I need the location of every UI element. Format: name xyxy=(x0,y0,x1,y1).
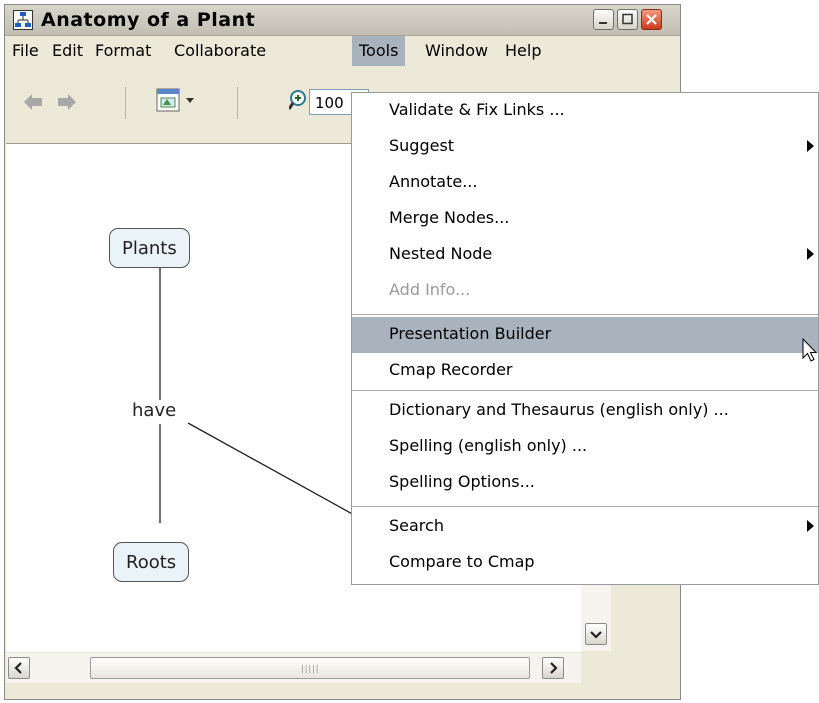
back-arrow-icon[interactable] xyxy=(23,93,43,111)
menu-item-label: Nested Node xyxy=(389,244,493,263)
submenu-arrow-icon xyxy=(807,248,814,260)
maximize-icon xyxy=(622,13,633,25)
menu-file[interactable]: File xyxy=(5,36,46,66)
chevron-right-icon xyxy=(550,662,558,674)
concept-node-plants[interactable]: Plants xyxy=(109,228,190,268)
menu-item-cmap-recorder[interactable]: Cmap Recorder xyxy=(352,353,818,389)
menu-item-validate-fix-links[interactable]: Validate & Fix Links ... xyxy=(352,93,818,129)
scroll-down-button[interactable] xyxy=(585,623,607,645)
close-button[interactable] xyxy=(641,9,662,30)
scroll-thumb[interactable]: ||||| xyxy=(90,657,530,679)
menu-separator xyxy=(352,314,818,315)
menu-help[interactable]: Help xyxy=(498,36,548,66)
menu-separator xyxy=(352,506,818,507)
menu-collaborate[interactable]: Collaborate xyxy=(167,36,273,66)
linking-phrase[interactable]: have xyxy=(132,400,177,421)
menu-tools[interactable]: Tools xyxy=(352,36,406,66)
submenu-arrow-icon xyxy=(807,520,814,532)
menu-item-label: Cmap Recorder xyxy=(389,360,513,379)
menu-item-spelling[interactable]: Spelling (english only) ... xyxy=(352,429,818,465)
menu-item-label: Annotate... xyxy=(389,172,478,191)
horizontal-scrollbar[interactable]: ||||| xyxy=(6,653,581,683)
close-icon xyxy=(646,14,657,25)
tools-dropdown-menu: Validate & Fix Links ... Suggest Annotat… xyxy=(351,92,819,585)
menu-item-label: Merge Nodes... xyxy=(389,208,510,227)
scroll-right-button[interactable] xyxy=(542,657,564,679)
menu-item-add-info: Add Info... xyxy=(352,273,818,309)
minimize-icon xyxy=(599,22,607,24)
toolbar-separator xyxy=(125,87,126,119)
menu-item-compare-to-cmap[interactable]: Compare to Cmap xyxy=(352,545,818,581)
menu-item-label: Spelling Options... xyxy=(389,472,535,491)
forward-arrow-icon[interactable] xyxy=(57,93,77,111)
grip-icon: ||||| xyxy=(301,664,320,673)
menu-item-spelling-options[interactable]: Spelling Options... xyxy=(352,465,818,501)
menu-item-suggest[interactable]: Suggest xyxy=(352,129,818,165)
menu-item-label: Validate & Fix Links ... xyxy=(389,100,565,119)
mouse-pointer-icon xyxy=(802,338,818,362)
menu-window[interactable]: Window xyxy=(418,36,495,66)
title-bar[interactable]: Anatomy of a Plant xyxy=(5,5,680,36)
zoom-in-icon[interactable] xyxy=(289,89,307,115)
menu-item-merge-nodes[interactable]: Merge Nodes... xyxy=(352,201,818,237)
chevron-down-icon xyxy=(590,631,602,639)
menu-item-label: Compare to Cmap xyxy=(389,552,535,571)
chevron-left-icon xyxy=(14,662,22,674)
toolbar-separator xyxy=(237,87,238,119)
menu-item-label: Suggest xyxy=(389,136,455,155)
submenu-arrow-icon xyxy=(807,140,814,152)
menu-item-search[interactable]: Search xyxy=(352,509,818,545)
menu-item-dictionary-thesaurus[interactable]: Dictionary and Thesaurus (english only) … xyxy=(352,393,818,429)
menu-item-label: Presentation Builder xyxy=(389,324,552,343)
window-title: Anatomy of a Plant xyxy=(41,9,256,31)
menu-item-nested-node[interactable]: Nested Node xyxy=(352,237,818,273)
scroll-left-button[interactable] xyxy=(8,657,30,679)
view-mode-dropdown-icon[interactable] xyxy=(153,85,203,115)
concept-node-roots[interactable]: Roots xyxy=(113,542,190,582)
menu-item-label: Search xyxy=(389,516,444,535)
menu-item-label: Dictionary and Thesaurus (english only) … xyxy=(389,400,729,419)
cmap-app-icon xyxy=(13,10,33,30)
menu-item-label: Add Info... xyxy=(389,280,471,299)
maximize-button[interactable] xyxy=(617,9,638,30)
menu-separator xyxy=(352,390,818,391)
menu-item-presentation-builder[interactable]: Presentation Builder xyxy=(352,317,818,353)
menu-format[interactable]: Format xyxy=(88,36,158,66)
menu-edit[interactable]: Edit xyxy=(45,36,90,66)
menu-item-annotate[interactable]: Annotate... xyxy=(352,165,818,201)
minimize-button[interactable] xyxy=(593,9,614,30)
menu-bar: File Edit Format Collaborate Tools Windo… xyxy=(5,36,680,66)
menu-item-label: Spelling (english only) ... xyxy=(389,436,588,455)
